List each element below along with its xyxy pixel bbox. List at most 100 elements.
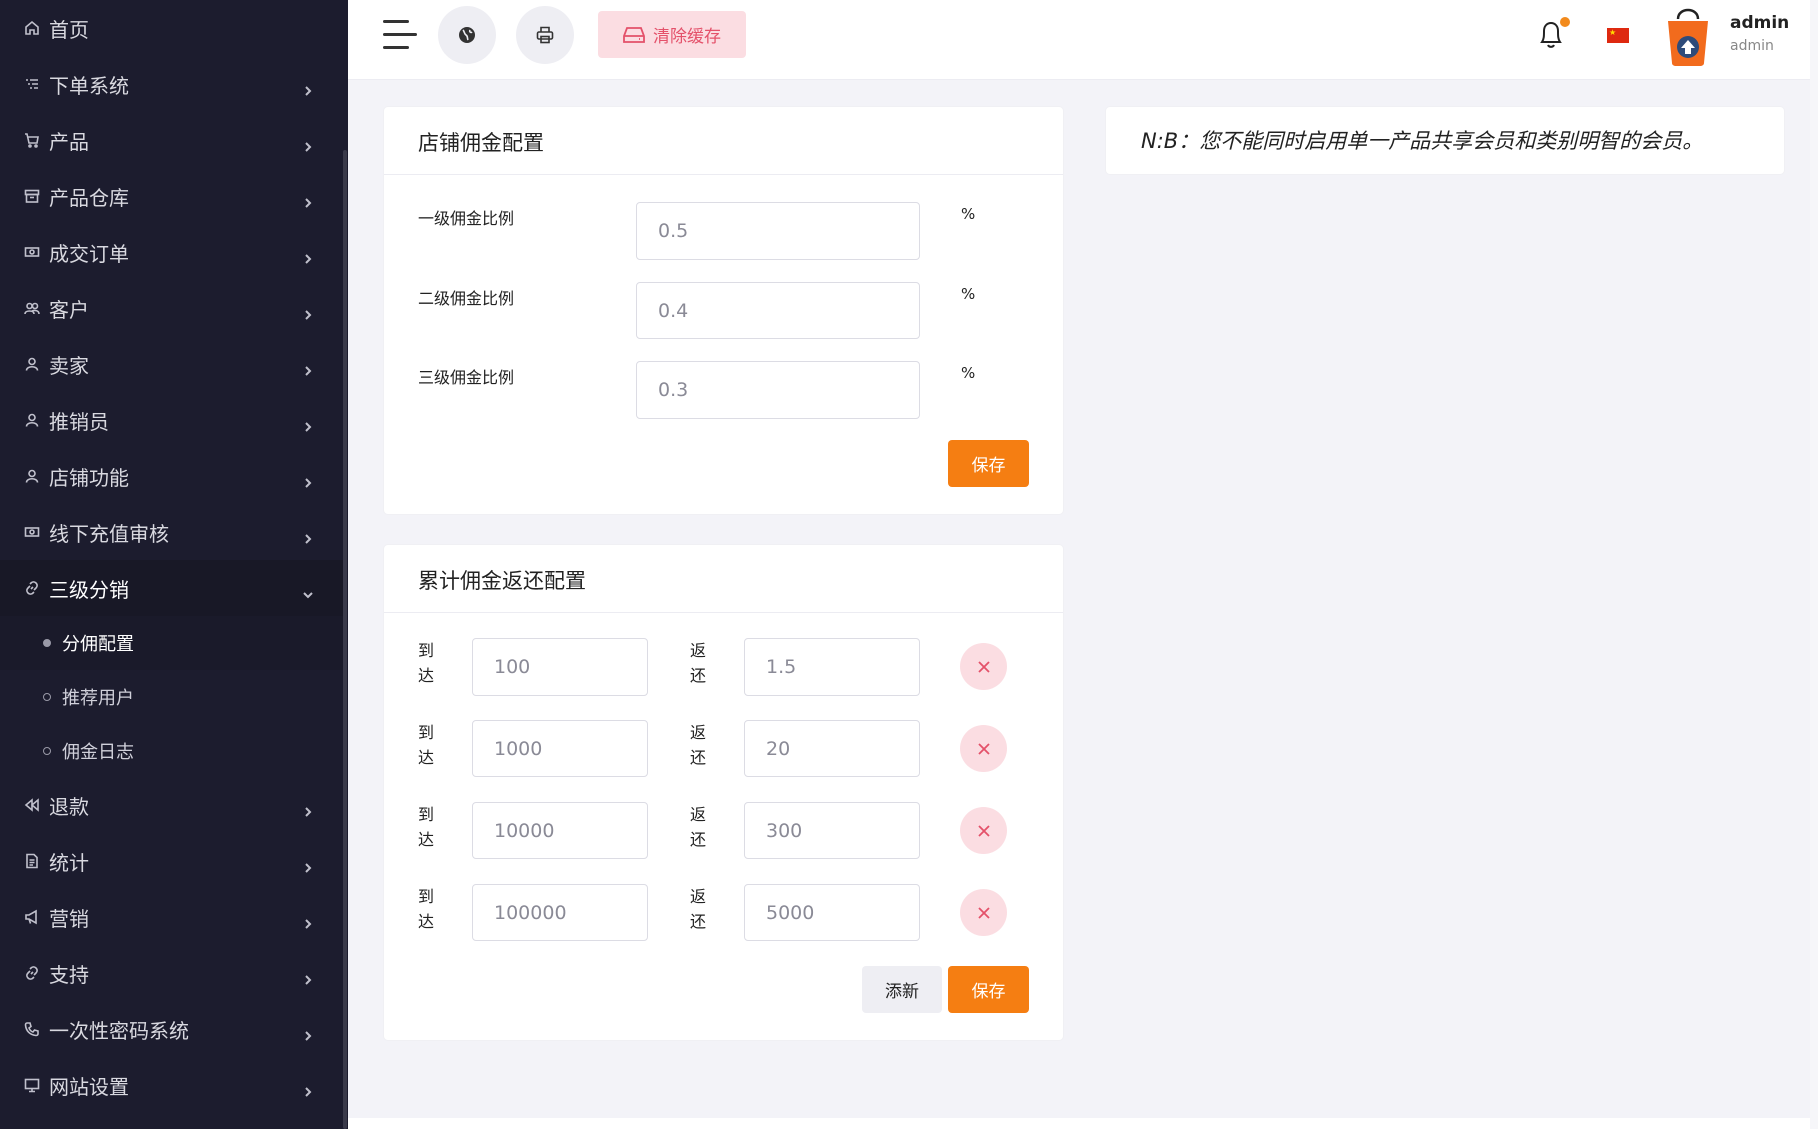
return-amount-input[interactable]: 20	[744, 720, 920, 777]
sidebar-item-otp-system[interactable]: 一次性密码系统	[0, 1001, 343, 1057]
document-icon	[24, 853, 40, 869]
chevron-right-icon	[302, 134, 314, 152]
clear-cache-button[interactable]: 清除缓存	[598, 11, 746, 58]
divider	[384, 612, 1063, 613]
chevron-right-icon	[302, 246, 314, 264]
cumulative-commission-card: 累计佣金返还配置 到达 100 返还 1.5 到达 1000 返还 20 到达 …	[384, 545, 1063, 1040]
sidebar-item-statistics[interactable]: 统计	[0, 833, 343, 889]
return-amount-input[interactable]: 5000	[744, 884, 920, 941]
sidebar-subitem-commission-config[interactable]: 分佣配置	[0, 616, 343, 670]
reach-amount-input[interactable]: 100000	[472, 884, 648, 941]
page-scrollbar[interactable]	[1810, 0, 1818, 1129]
sidebar-item-salesmen[interactable]: 推销员	[0, 392, 343, 448]
chevron-right-icon	[302, 470, 314, 488]
chevron-right-icon	[302, 358, 314, 376]
delete-row-button[interactable]	[960, 725, 1007, 772]
save-button[interactable]: 保存	[948, 966, 1029, 1013]
chevron-right-icon	[302, 1079, 314, 1097]
user-icon	[24, 356, 40, 372]
sidebar-item-support[interactable]: 支持	[0, 945, 343, 1001]
bullet-icon	[43, 639, 51, 647]
user-name[interactable]: admin	[1730, 13, 1789, 33]
level2-label: 二级佣金比例	[418, 289, 515, 308]
sidebar-item-store-functions[interactable]: 店铺功能	[0, 448, 343, 504]
bullet-icon	[43, 747, 51, 755]
delete-row-button[interactable]	[960, 807, 1007, 854]
close-icon	[977, 742, 990, 755]
chevron-right-icon	[302, 1023, 314, 1041]
print-button[interactable]	[516, 6, 574, 64]
sidebar-subitem-commission-log[interactable]: 佣金日志	[0, 724, 343, 778]
footer	[348, 1118, 1818, 1129]
chevron-right-icon	[302, 526, 314, 544]
reach-amount-input[interactable]: 1000	[472, 720, 648, 777]
chevron-right-icon	[302, 799, 314, 817]
sidebar-subitem-label: 分佣配置	[62, 634, 134, 655]
sidebar-item-label: 产品仓库	[49, 185, 129, 210]
sidebar-item-deals[interactable]: 成交订单	[0, 224, 343, 280]
sidebar-item-distribution[interactable]: 三级分销	[0, 560, 343, 616]
sidebar-item-label: 店铺功能	[49, 465, 129, 490]
return-label: 返还	[690, 723, 707, 767]
return-amount-input[interactable]: 300	[744, 802, 920, 859]
sidebar-subitem-referred-users[interactable]: 推荐用户	[0, 670, 343, 724]
sidebar-item-label: 卖家	[49, 353, 89, 378]
reach-label: 到达	[418, 723, 435, 767]
sidebar-scrollbar[interactable]	[343, 150, 347, 1129]
delete-row-button[interactable]	[960, 889, 1007, 936]
reach-amount-input[interactable]: 10000	[472, 802, 648, 859]
reach-label: 到达	[418, 887, 435, 931]
add-row-button[interactable]: 添新	[862, 966, 942, 1013]
sidebar-item-label: 推销员	[49, 409, 109, 434]
sidebar-item-label: 退款	[49, 794, 89, 819]
commission-config-card: 店铺佣金配置 一级佣金比例 0.5 % 二级佣金比例 0.4 % 三级佣金比例 …	[384, 107, 1063, 514]
sidebar-subitem-label: 推荐用户	[62, 688, 134, 709]
link-icon	[24, 580, 40, 596]
sidebar-item-offline-recharge[interactable]: 线下充值审核	[0, 504, 343, 560]
avatar[interactable]	[1664, 3, 1712, 67]
sidebar-item-label: 支持	[49, 962, 89, 987]
language-globe-button[interactable]	[438, 6, 496, 64]
sidebar-item-site-settings[interactable]: 网站设置	[0, 1057, 343, 1113]
close-icon	[977, 660, 990, 673]
level2-commission-input[interactable]: 0.4	[636, 282, 920, 339]
chevron-right-icon	[302, 967, 314, 985]
sidebar-item-label: 线下充值审核	[49, 521, 169, 546]
sidebar-item-sellers[interactable]: 卖家	[0, 336, 343, 392]
chevron-right-icon	[302, 414, 314, 432]
level1-label: 一级佣金比例	[418, 209, 515, 228]
percent-unit: %	[961, 285, 976, 303]
menu-toggle-icon[interactable]	[383, 20, 417, 50]
sidebar-item-home[interactable]: 首页	[0, 0, 343, 56]
printer-icon	[536, 26, 554, 44]
rewind-icon	[24, 797, 40, 813]
save-button[interactable]: 保存	[948, 440, 1029, 487]
notification-badge	[1560, 17, 1570, 27]
sidebar-item-marketing[interactable]: 营销	[0, 889, 343, 945]
return-label: 返还	[690, 641, 707, 685]
bullet-icon	[43, 693, 51, 701]
delete-row-button[interactable]	[960, 643, 1007, 690]
return-label: 返还	[690, 887, 707, 931]
list-icon	[24, 76, 40, 92]
sidebar-item-customers[interactable]: 客户	[0, 280, 343, 336]
sidebar-item-warehouse[interactable]: 产品仓库	[0, 168, 343, 224]
china-flag-icon[interactable]: ★	[1607, 28, 1629, 43]
sidebar-item-order-system[interactable]: 下单系统	[0, 56, 343, 112]
top-header: 清除缓存 ★ admin admin	[348, 0, 1818, 80]
sidebar-item-label: 营销	[49, 906, 89, 931]
sidebar-item-refund[interactable]: 退款	[0, 777, 343, 833]
chevron-down-icon	[302, 582, 314, 599]
money-icon	[24, 524, 40, 540]
chevron-right-icon	[302, 302, 314, 320]
sidebar-item-products[interactable]: 产品	[0, 112, 343, 168]
level1-commission-input[interactable]: 0.5	[636, 202, 920, 260]
reach-amount-input[interactable]: 100	[472, 638, 648, 696]
chevron-right-icon	[302, 911, 314, 929]
user-role: admin	[1730, 38, 1774, 54]
chevron-right-icon	[302, 855, 314, 873]
divider	[384, 174, 1063, 175]
return-amount-input[interactable]: 1.5	[744, 638, 920, 696]
level3-commission-input[interactable]: 0.3	[636, 361, 920, 419]
return-label: 返还	[690, 805, 707, 849]
